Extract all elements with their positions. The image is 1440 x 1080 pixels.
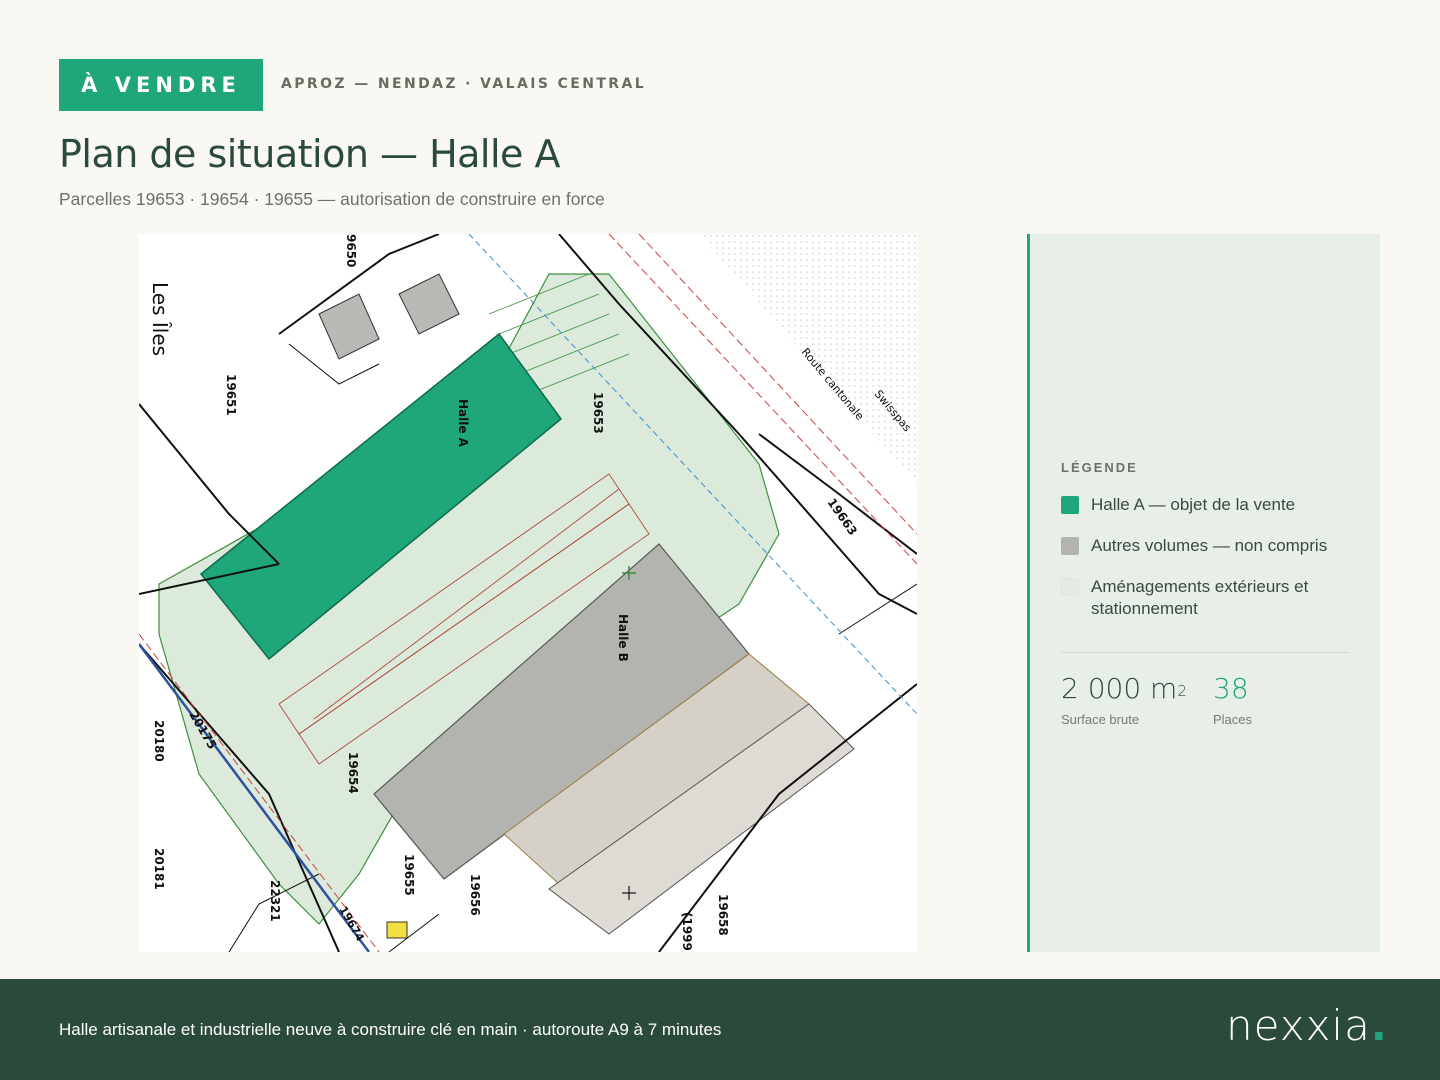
label-parcel-9650: 9650 <box>344 234 358 267</box>
label-parcel-19654: 19654 <box>346 752 360 794</box>
for-sale-badge: À VENDRE <box>59 59 263 111</box>
label-parcel-19655: 19655 <box>402 854 416 896</box>
stat-surface-exponent: 2 <box>1177 682 1187 700</box>
stat-places: 38 Places <box>1213 672 1252 727</box>
label-parcel-19674: 19674 <box>336 904 367 944</box>
legend-title: LÉGENDE <box>1061 460 1138 475</box>
legend-item-other-volumes: Autres volumes — non compris <box>1061 535 1361 557</box>
stat-surface: 2 000 m2 Surface brute <box>1061 672 1187 727</box>
label-locality: Les Îles <box>148 282 172 356</box>
legend-item-exterior: Aménagements extérieurs et stationnement <box>1061 576 1361 620</box>
stat-places-value: 38 <box>1213 672 1249 705</box>
label-parcel-20180: 20180 <box>152 720 166 762</box>
stat-places-label: Places <box>1213 712 1253 727</box>
logo-dot: . <box>1370 1001 1388 1050</box>
legend-label-halle-a: Halle A — objet de la vente <box>1091 495 1296 514</box>
site-plan: Les Îles Halle A Halle B Route cantonale… <box>139 234 917 952</box>
side-panel: LÉGENDE Halle A — objet de la vente Autr… <box>1027 234 1380 952</box>
legend-swatch-halle-a <box>1061 496 1079 514</box>
legend-label-exterior: Aménagements extérieurs et stationnement <box>1091 577 1309 618</box>
legend-item-halle-a: Halle A — objet de la vente <box>1061 494 1361 516</box>
location-label: APROZ — NENDAZ · VALAIS CENTRAL <box>281 76 647 92</box>
label-halle-b: Halle B <box>616 614 630 662</box>
legend-swatch-exterior <box>1061 578 1079 596</box>
nexxia-logo: nexxia. <box>1226 1001 1388 1050</box>
legend-label-other-volumes: Autres volumes — non compris <box>1091 536 1328 555</box>
logo-text: nexxia <box>1226 1001 1371 1050</box>
label-parcel-19658: 19658 <box>716 894 730 936</box>
label-halle-a: Halle A <box>456 399 470 448</box>
label-parcel-19653: 19653 <box>591 392 605 434</box>
label-parcel-20181: 20181 <box>152 848 166 890</box>
label-parcel-22321: 22321 <box>268 880 282 922</box>
stat-surface-label: Surface brute <box>1061 712 1140 727</box>
page-title: Plan de situation — Halle A <box>59 132 561 176</box>
label-parcel-1999: (1999) <box>680 912 694 952</box>
legend-swatch-other-volumes <box>1061 537 1079 555</box>
label-parcel-19656: 19656 <box>468 874 482 916</box>
stat-surface-value: 2 000 m2 <box>1061 672 1187 705</box>
footer: Halle artisanale et industrielle neuve à… <box>0 979 1440 1080</box>
legend-divider <box>1061 652 1350 653</box>
label-parcel-19651: 19651 <box>224 374 238 416</box>
label-parcel-19663: 19663 <box>825 496 860 538</box>
footer-text: Halle artisanale et industrielle neuve à… <box>59 1020 722 1039</box>
page-subtitle: Parcelles 19653 · 19654 · 19655 — autori… <box>59 189 605 209</box>
